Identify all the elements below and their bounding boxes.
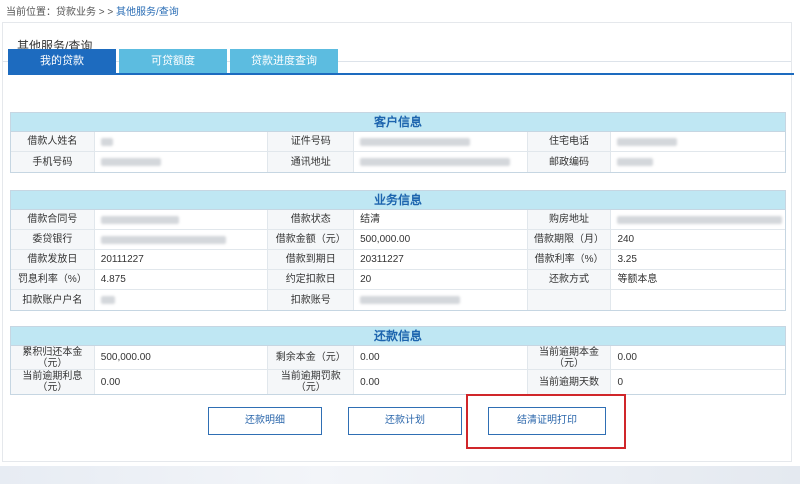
field-value: 500,000.00 (95, 346, 269, 369)
tab-loan-progress[interactable]: 贷款进度查询 (230, 49, 338, 74)
section-title: 还款信息 (11, 327, 785, 346)
field-value: 0.00 (617, 352, 637, 363)
redacted-value (617, 158, 654, 166)
field-value (354, 290, 528, 310)
table-row: 累积归还本金（元） 500,000.00 剩余本金（元） 0.00 当前逾期本金… (11, 346, 785, 370)
section-title: 业务信息 (11, 191, 785, 210)
redacted-value (100, 296, 115, 304)
field-value (95, 290, 269, 310)
field-value: 结清 (354, 210, 528, 229)
field-value: 3.25 (617, 254, 637, 265)
field-label: 还款方式 (527, 270, 612, 289)
table-row: 借款人姓名 证件号码 住宅电话 (11, 132, 785, 152)
field-label: 购房地址 (527, 210, 612, 229)
tab-my-loans[interactable]: 我的贷款 (8, 49, 116, 74)
field-label: 借款到期日 (268, 250, 355, 269)
table-row: 借款发放日 20111227 借款到期日 20311227 借款利率（%） 3.… (11, 250, 785, 270)
field-label: 当前逾期天数 (527, 370, 612, 394)
table-row: 手机号码 通讯地址 邮政编码 (11, 152, 785, 172)
field-value (611, 210, 785, 229)
field-value (95, 230, 269, 249)
field-value: 240 (617, 234, 635, 245)
field-value: 4.875 (95, 270, 269, 289)
field-label: 借款发放日 (11, 250, 95, 269)
field-label: 借款人姓名 (11, 132, 95, 151)
field-value: 0 (617, 376, 623, 388)
field-label: 剩余本金（元） (268, 346, 355, 369)
field-value (611, 152, 785, 172)
field-label: 扣款账户户名 (11, 290, 95, 310)
field-value (354, 152, 528, 172)
field-label: 当前逾期罚款（元） (268, 370, 355, 394)
field-label: 借款期限（月） (527, 230, 612, 249)
field-label: 借款合同号 (11, 210, 95, 229)
field-value (611, 132, 785, 151)
breadcrumb-prefix: 当前位置：贷款业务 > > (6, 7, 117, 18)
customer-info-section: 客户信息 借款人姓名 证件号码 住宅电话 手机号码 通讯地址 邮政编码 (10, 112, 786, 173)
field-label: 委贷银行 (11, 230, 95, 249)
tab-underline (8, 73, 794, 75)
redacted-value (617, 215, 783, 224)
field-label: 累积归还本金（元） (11, 346, 95, 369)
field-value: 20111227 (95, 250, 269, 269)
field-value (611, 290, 785, 310)
field-label: 通讯地址 (268, 152, 355, 172)
redacted-value (100, 235, 226, 244)
tab-bar: 我的贷款 可贷额度 贷款进度查询 (8, 49, 341, 74)
repayment-plan-button[interactable]: 还款计划 (348, 407, 462, 435)
field-label: 邮政编码 (527, 152, 612, 172)
redacted-value (360, 158, 511, 166)
repayment-info-section: 还款信息 累积归还本金（元） 500,000.00 剩余本金（元） 0.00 当… (10, 326, 786, 395)
redacted-value (360, 296, 461, 304)
table-row: 借款合同号 借款状态 结清 购房地址 (11, 210, 785, 230)
field-value: 20311227 (354, 250, 528, 269)
field-label: 约定扣款日 (268, 270, 355, 289)
field-label: 证件号码 (268, 132, 355, 151)
redacted-value (360, 137, 471, 146)
table-row: 委贷银行 借款金额（元） 500,000.00 借款期限（月） 240 (11, 230, 785, 250)
field-value: 0.00 (354, 370, 528, 394)
field-value (95, 132, 269, 151)
redacted-value (100, 158, 161, 166)
footer-background (0, 466, 800, 484)
field-value (354, 132, 528, 151)
field-label: 住宅电话 (527, 132, 612, 151)
field-label: 当前逾期利息（元） (11, 370, 95, 394)
table-row: 罚息利率（%） 4.875 约定扣款日 20 还款方式 等额本息 (11, 270, 785, 290)
field-label: 借款利率（%） (527, 250, 612, 269)
field-label: 当前逾期本金（元） (527, 346, 612, 369)
red-highlight-box (466, 394, 626, 449)
breadcrumb-current[interactable]: 其他服务/查询 (116, 7, 179, 18)
redacted-value (100, 215, 179, 224)
tab-loan-quota[interactable]: 可贷额度 (119, 49, 227, 74)
business-info-section: 业务信息 借款合同号 借款状态 结清 购房地址 委贷银行 借款金额（元） 500… (10, 190, 786, 311)
section-title: 客户信息 (11, 113, 785, 132)
field-label: 借款状态 (268, 210, 355, 229)
repayment-details-button[interactable]: 还款明细 (208, 407, 322, 435)
field-value (95, 152, 269, 172)
field-label (527, 290, 612, 310)
redacted-value (617, 137, 678, 146)
table-row: 当前逾期利息（元） 0.00 当前逾期罚款（元） 0.00 当前逾期天数 0 (11, 370, 785, 394)
table-row: 扣款账户户名 扣款账号 (11, 290, 785, 310)
field-label: 借款金额（元） (268, 230, 355, 249)
field-value (95, 210, 269, 229)
field-value: 20 (354, 270, 528, 289)
field-label: 罚息利率（%） (11, 270, 95, 289)
field-value: 0.00 (354, 346, 528, 369)
field-label: 扣款账号 (268, 290, 355, 310)
field-value: 0.00 (95, 370, 269, 394)
field-value: 500,000.00 (354, 230, 528, 249)
breadcrumb: 当前位置：贷款业务 > > 其他服务/查询 (6, 3, 179, 18)
field-value: 等额本息 (617, 274, 658, 285)
redacted-value (100, 137, 113, 146)
field-label: 手机号码 (11, 152, 95, 172)
